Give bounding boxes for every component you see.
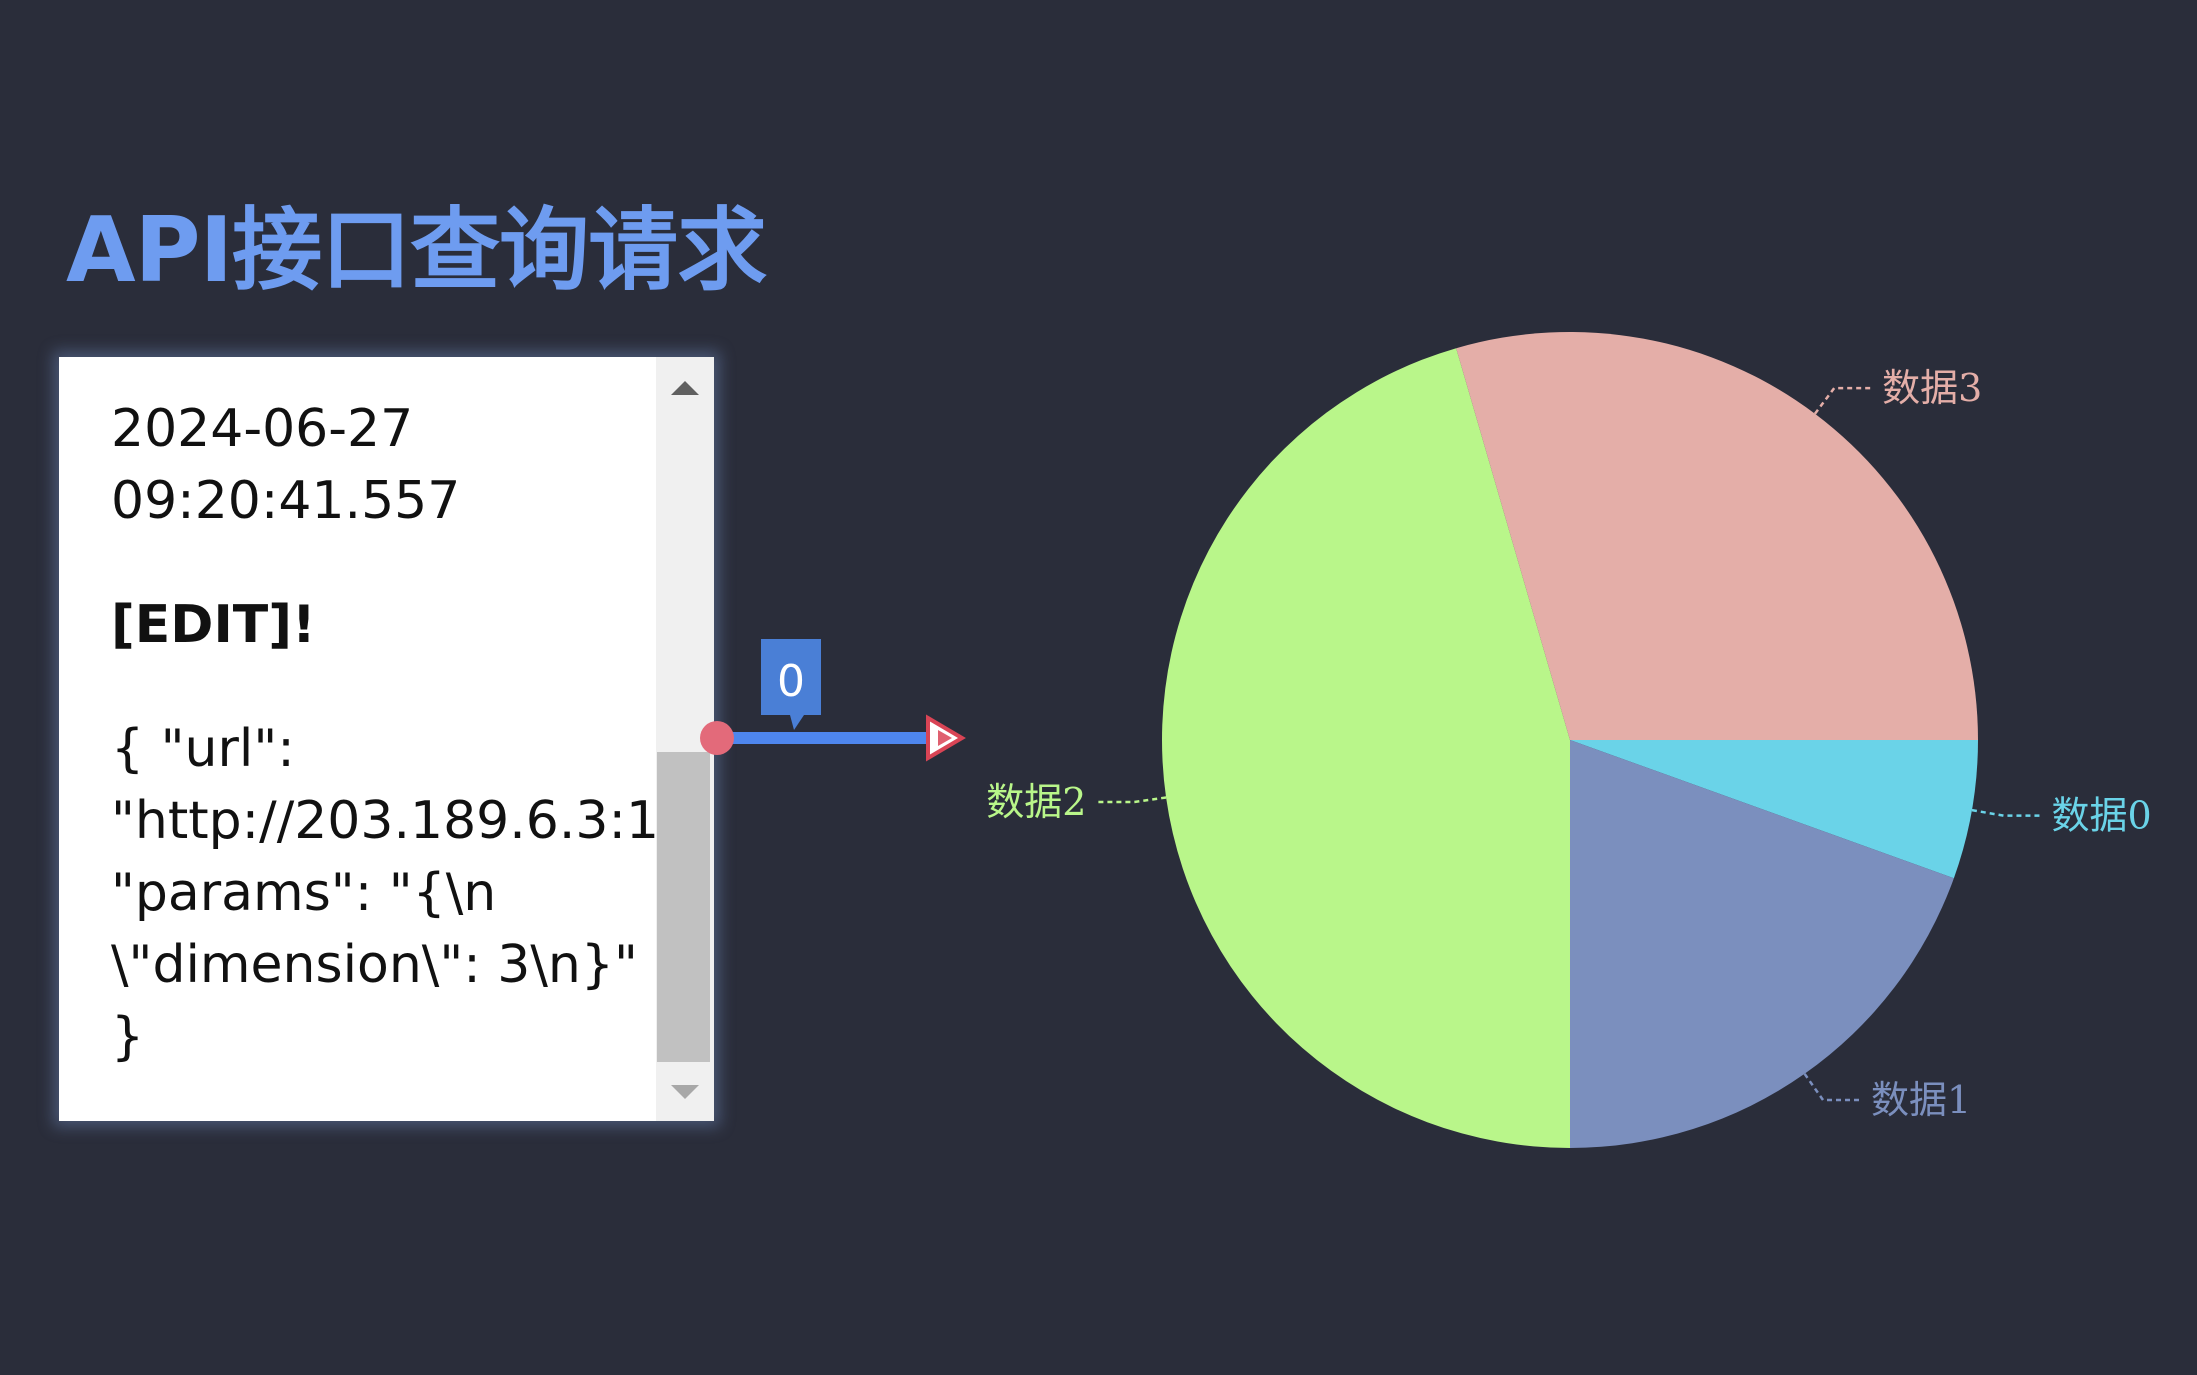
log-line-time: 09:20:41.557 — [111, 471, 461, 531]
scrollbar-thumb[interactable] — [657, 752, 710, 1062]
stage: API接口查询请求 2024-06-27 09:20:41.557 [EDIT]… — [0, 0, 2197, 1375]
counter-badge-value: 0 — [777, 656, 805, 707]
log-line-url-key: { "url": — [111, 719, 295, 779]
pie-leader-line-0 — [1971, 808, 2044, 817]
log-gap — [111, 537, 661, 589]
pie-label-3: 数据3 — [1882, 366, 1982, 410]
page-title: API接口查询请求 — [66, 198, 767, 303]
log-panel[interactable]: 2024-06-27 09:20:41.557 [EDIT]! { "url":… — [59, 357, 714, 1121]
log-line-params: "params": "{\n — [111, 863, 497, 923]
log-line-edit: [EDIT]! — [111, 595, 316, 655]
log-content: 2024-06-27 09:20:41.557 [EDIT]! { "url":… — [111, 393, 661, 1073]
pie-leader-line-2 — [1094, 796, 1167, 804]
pie-leader-line-1 — [1803, 1073, 1864, 1102]
scroll-down-arrow-icon[interactable] — [671, 1085, 699, 1099]
scroll-up-arrow-icon[interactable] — [671, 381, 699, 395]
pie-slices — [1162, 331, 1978, 1148]
pie-leader-line-3 — [1813, 386, 1875, 415]
connector-start-dot[interactable] — [700, 721, 734, 755]
counter-badge-pointer — [790, 715, 804, 730]
log-line-date: 2024-06-27 — [111, 399, 414, 459]
log-line-dimension: \"dimension\": 3\n}" — [111, 935, 638, 995]
log-line-url-value: "http://203.189.6.3:19 — [111, 791, 661, 851]
pie-label-2: 数据2 — [986, 780, 1086, 824]
log-gap — [111, 661, 661, 713]
pie-label-0: 数据0 — [2051, 794, 2151, 838]
connector-arrow: 0 — [700, 639, 966, 762]
log-line-close-brace: } — [111, 1007, 145, 1067]
pie-label-1: 数据1 — [1871, 1078, 1971, 1122]
